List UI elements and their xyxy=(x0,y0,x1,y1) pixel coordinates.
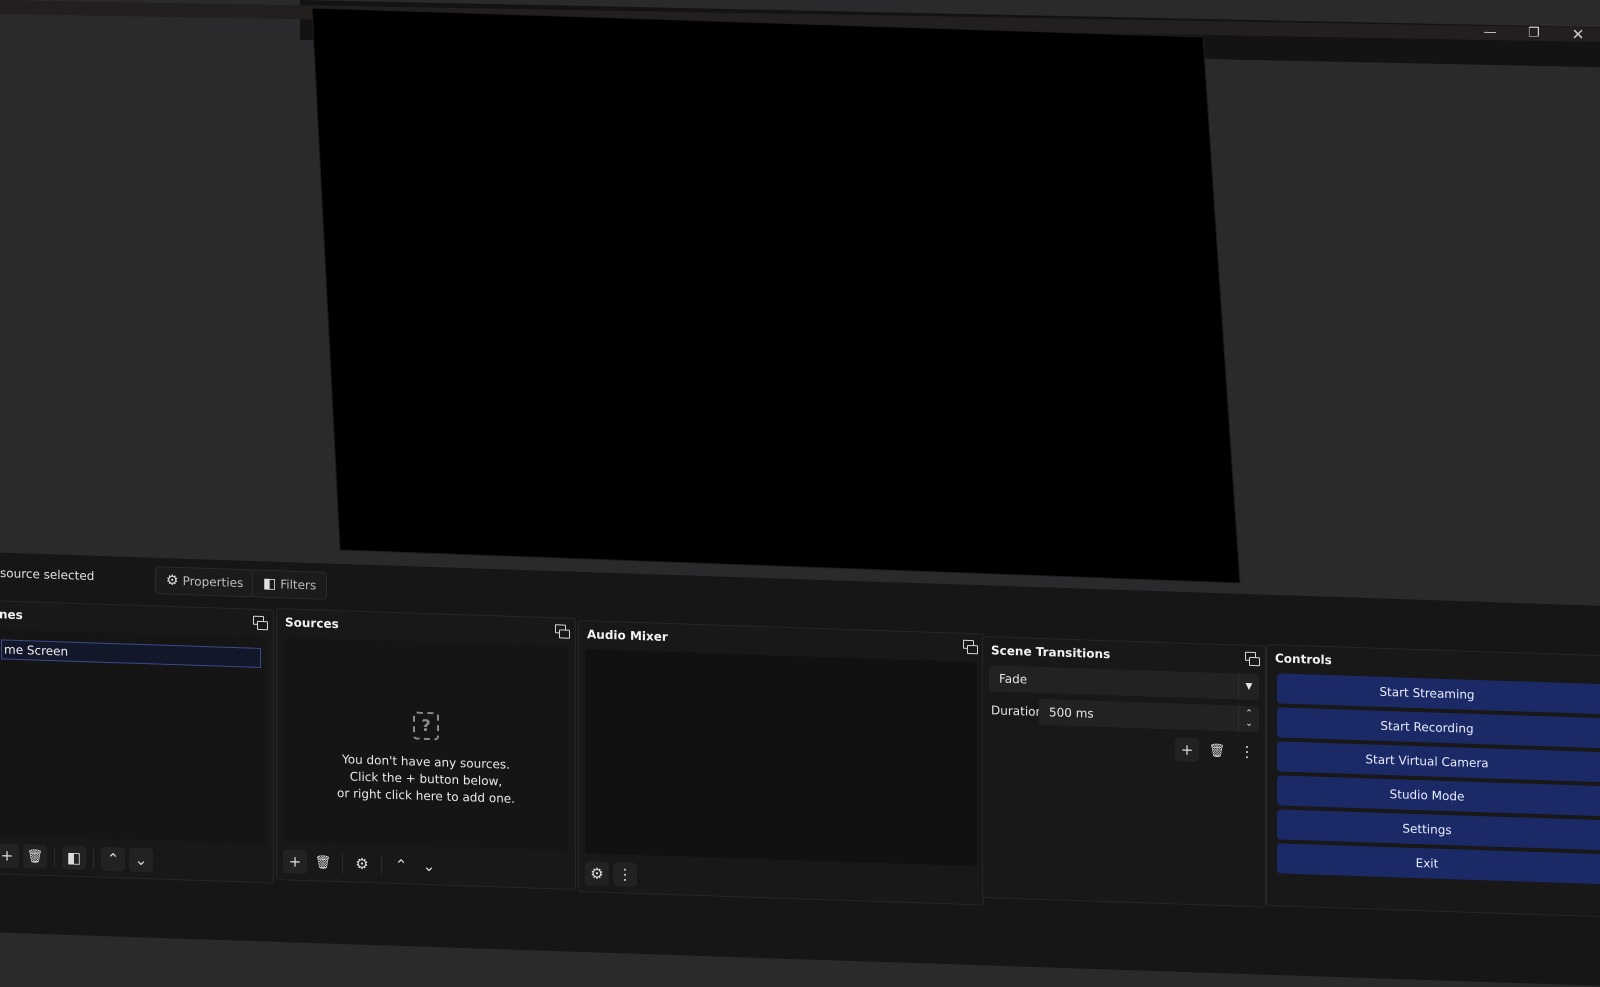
duration-value: 500 ms xyxy=(1049,705,1094,721)
float-dock-icon[interactable] xyxy=(1245,651,1260,667)
remove-scene-button[interactable]: 🗑︎ xyxy=(23,844,47,869)
spin-arrows[interactable]: ⌃ ⌄ xyxy=(1238,705,1259,733)
filters-button[interactable]: ◧ Filters xyxy=(252,569,328,600)
scene-item-label: me Screen xyxy=(4,642,69,659)
audio-mixer-title: Audio Mixer xyxy=(587,627,668,644)
scenes-title: nes xyxy=(0,607,23,623)
toolbar-separator xyxy=(54,847,55,868)
add-source-button[interactable]: + xyxy=(283,849,307,875)
trash-icon: 🗑︎ xyxy=(314,854,332,871)
scenes-toolbar: + 🗑︎ ◧ ⌃ ⌄ xyxy=(0,843,153,873)
controls-title: Controls xyxy=(1275,651,1332,668)
chevron-down-icon[interactable]: ⌄ xyxy=(1245,719,1253,729)
cogs-icon: ⚙ xyxy=(590,864,604,883)
more-vertical-icon: ⋮ xyxy=(1239,742,1255,762)
more-vertical-icon: ⋮ xyxy=(617,865,633,884)
start-streaming-label: Start Streaming xyxy=(1379,684,1475,702)
scenes-dock: nes me Screen + 🗑︎ ◧ ⌃ ⌄ xyxy=(0,600,274,884)
scene-filters-button[interactable]: ◧ xyxy=(62,845,86,871)
source-status-label: source selected xyxy=(0,566,95,584)
audio-mixer-menu-button[interactable]: ⋮ xyxy=(613,862,637,887)
toolbar-separator xyxy=(342,853,343,874)
gear-icon: ⚙ xyxy=(166,572,179,589)
dropdown-arrow-icon: ▼ xyxy=(1238,673,1259,701)
chevron-down-icon: ⌄ xyxy=(422,856,436,876)
scene-transitions-title: Scene Transitions xyxy=(991,643,1111,662)
toolbar-separator xyxy=(93,848,94,869)
properties-button[interactable]: ⚙ Properties xyxy=(155,566,255,598)
scenes-list[interactable]: me Screen xyxy=(0,629,267,845)
chevron-up-icon: ⌃ xyxy=(106,849,120,869)
trash-icon: 🗑︎ xyxy=(26,848,44,865)
move-scene-up-button[interactable]: ⌃ xyxy=(101,846,125,872)
trash-icon: 🗑︎ xyxy=(1208,743,1226,759)
preview-canvas xyxy=(311,7,1241,584)
scene-item[interactable]: me Screen xyxy=(1,639,261,668)
advanced-audio-properties-button[interactable]: ⚙ xyxy=(585,861,609,887)
add-scene-button[interactable]: + xyxy=(0,843,19,868)
move-source-down-button[interactable]: ⌄ xyxy=(417,854,441,879)
source-properties-button[interactable]: ⚙ xyxy=(350,851,374,876)
plus-icon: + xyxy=(288,852,302,871)
controls-dock: Controls Start Streaming Start Recording… xyxy=(1266,644,1600,919)
duration-spinbox[interactable]: 500 ms ⌃ ⌄ xyxy=(1039,698,1259,733)
sources-title: Sources xyxy=(285,615,339,632)
sources-list[interactable]: ? You don't have any sources. Click the … xyxy=(283,637,569,851)
filters-icon: ◧ xyxy=(263,575,277,593)
scene-transitions-dock: Scene Transitions Fade ▼ Duration 500 ms… xyxy=(982,636,1266,908)
audio-mixer-toolbar: ⚙ ⋮ xyxy=(585,861,637,887)
studio-mode-label: Studio Mode xyxy=(1389,787,1465,804)
duration-label: Duration xyxy=(991,703,1044,720)
remove-source-button[interactable]: 🗑︎ xyxy=(311,850,335,875)
sources-dock: Sources ? You don't have any sources. Cl… xyxy=(276,608,576,890)
add-transition-button[interactable]: + xyxy=(1175,737,1199,763)
exit-button[interactable]: Exit xyxy=(1277,843,1600,885)
chevron-down-icon: ⌄ xyxy=(134,850,148,870)
float-dock-icon[interactable] xyxy=(253,615,268,631)
transitions-toolbar: + 🗑︎ ⋮ xyxy=(1175,737,1259,764)
move-source-up-button[interactable]: ⌃ xyxy=(389,853,413,878)
plus-icon: + xyxy=(1180,740,1194,760)
chevron-up-icon: ⌃ xyxy=(394,855,408,875)
remove-transition-button[interactable]: 🗑︎ xyxy=(1205,738,1229,763)
float-dock-icon[interactable] xyxy=(963,639,978,655)
properties-label: Properties xyxy=(182,574,244,591)
transition-properties-button[interactable]: ⋮ xyxy=(1235,739,1259,764)
start-recording-label: Start Recording xyxy=(1380,718,1474,736)
sources-toolbar: + 🗑︎ ⚙ ⌃ ⌄ xyxy=(283,849,441,878)
move-scene-down-button[interactable]: ⌄ xyxy=(129,847,153,873)
transition-select[interactable]: Fade ▼ xyxy=(989,665,1259,701)
audio-mixer-list[interactable] xyxy=(585,649,977,867)
exit-label: Exit xyxy=(1415,855,1439,871)
toolbar-separator xyxy=(381,854,382,875)
transition-value: Fade xyxy=(999,671,1028,687)
gear-icon: ⚙ xyxy=(355,854,369,874)
filters-icon: ◧ xyxy=(66,848,82,868)
plus-icon: + xyxy=(0,846,14,865)
question-icon: ? xyxy=(413,711,439,741)
settings-label: Settings xyxy=(1402,821,1452,838)
audio-mixer-dock: Audio Mixer ⚙ ⋮ xyxy=(578,620,984,906)
float-dock-icon[interactable] xyxy=(555,624,570,639)
start-virtual-camera-label: Start Virtual Camera xyxy=(1365,752,1489,771)
chevron-up-icon[interactable]: ⌃ xyxy=(1245,709,1253,719)
filters-label: Filters xyxy=(280,577,317,593)
sources-empty-state: ? You don't have any sources. Click the … xyxy=(283,707,569,809)
